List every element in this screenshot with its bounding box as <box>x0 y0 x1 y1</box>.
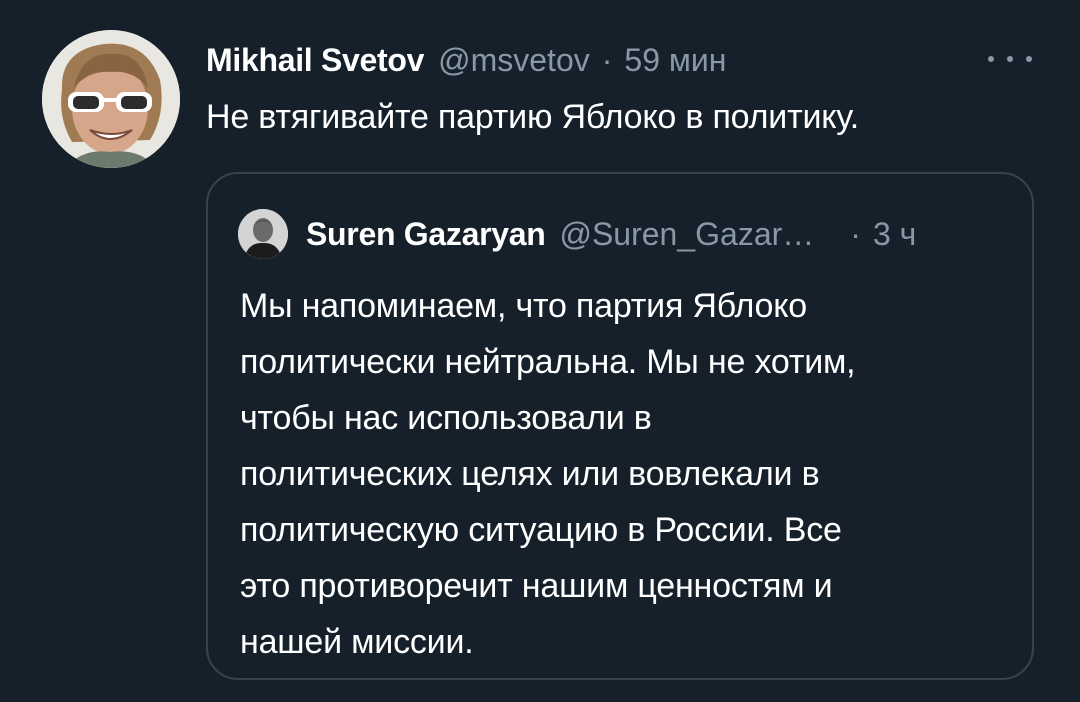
more-dot-icon <box>1007 56 1013 62</box>
quoted-tweet-text: Мы напоминаем, что партия Яблоко политич… <box>240 278 1010 670</box>
avatar-image-icon <box>42 30 180 168</box>
author-name[interactable]: Mikhail Svetov <box>206 42 424 79</box>
quoted-header-separator: · <box>850 215 861 252</box>
quoted-author-avatar[interactable] <box>238 209 288 259</box>
author-handle[interactable]: @msvetov <box>438 42 590 79</box>
quoted-tweet[interactable]: Suren Gazaryan @Suren_Gazar… · 3 ч Мы на… <box>206 172 1034 680</box>
more-options-icon[interactable] <box>988 44 1032 74</box>
quoted-text-line: политических целях или вовлекали в <box>240 455 820 493</box>
more-dot-icon <box>988 56 994 62</box>
quoted-text-line: политически нейтральна. Мы не хотим, <box>240 343 856 381</box>
quoted-avatar-image-icon <box>238 209 288 259</box>
tweet-card[interactable]: Mikhail Svetov @msvetov · 59 мин Не втяг… <box>0 0 1080 702</box>
quoted-text-line: политическую ситуацию в России. Все <box>240 511 842 549</box>
quoted-text-line: чтобы нас использовали в <box>240 399 652 437</box>
quoted-text-line: Мы напоминаем, что партия Яблоко <box>240 287 808 325</box>
header-separator: · <box>601 41 613 78</box>
tweet-header: Mikhail Svetov @msvetov · 59 мин <box>206 38 726 82</box>
tweet-text: Не втягивайте партию Яблоко в политику. <box>206 98 859 136</box>
quoted-text-line: нашей миссии. <box>240 623 474 661</box>
quoted-author-handle[interactable]: @Suren_Gazar… <box>559 216 814 253</box>
more-dot-icon <box>1026 56 1032 62</box>
quoted-tweet-timestamp[interactable]: 3 ч <box>873 216 916 253</box>
quoted-text-line: это противоречит нашим ценностям и <box>240 567 833 605</box>
quoted-tweet-header: Suren Gazaryan @Suren_Gazar… · 3 ч <box>238 208 1008 260</box>
quoted-author-name[interactable]: Suren Gazaryan <box>306 216 546 253</box>
tweet-timestamp[interactable]: 59 мин <box>624 42 726 79</box>
author-avatar[interactable] <box>42 30 180 168</box>
